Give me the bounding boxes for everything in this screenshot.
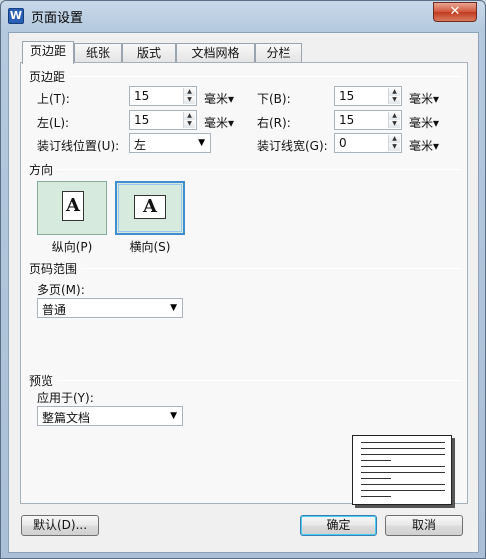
left-unit-select[interactable]: 毫米▾ [204, 114, 234, 131]
tab-paper[interactable]: 纸张 [74, 43, 122, 63]
divider [57, 380, 461, 381]
left-margin-spinner[interactable]: 15 ▲ ▼ [129, 110, 197, 130]
bottom-margin-value: 15 [339, 89, 355, 103]
spin-down-icon[interactable]: ▼ [389, 96, 400, 104]
gutter-position-select[interactable]: 左 ▼ [129, 133, 211, 153]
page-setup-dialog: W 页面设置 ✕ 页边距 纸张 版式 文档网格 分栏 页边距 上(T): 15 … [0, 0, 486, 559]
landscape-option[interactable]: A [115, 181, 185, 235]
top-margin-label: 上(T): [37, 92, 70, 106]
gutter-width-value: 0 [339, 136, 347, 150]
tab-layout[interactable]: 版式 [122, 43, 176, 63]
section-page-range: 页码范围 [29, 262, 78, 276]
gutter-width-label: 装订线宽(G): [257, 139, 328, 153]
spin-up-icon[interactable]: ▲ [389, 88, 400, 96]
wps-writer-icon: W [8, 8, 24, 24]
section-margins: 页边距 [29, 70, 66, 84]
multiple-pages-label: 多页(M): [37, 283, 85, 297]
gutter-position-value: 左 [134, 138, 147, 152]
chevron-down-icon: ▼ [170, 303, 177, 313]
preview-text-line [361, 472, 445, 473]
spin-down-icon[interactable]: ▼ [184, 96, 195, 104]
margins-tab-page: 页边距 上(T): 15 ▲ ▼ 毫米▾ 下(B): 15 ▲ ▼ 毫米▾ 左(L)… [20, 62, 468, 505]
top-margin-value: 15 [134, 89, 150, 103]
close-button[interactable]: ✕ [433, 2, 477, 22]
dialog-title: 页面设置 [31, 11, 84, 26]
left-margin-value: 15 [134, 113, 150, 127]
bottom-margin-label: 下(B): [257, 92, 291, 106]
ok-button[interactable]: 确定 [300, 515, 377, 536]
divider [57, 169, 461, 170]
preview-text-line [361, 460, 391, 461]
preview-text-line [361, 454, 445, 455]
landscape-label: 横向(S) [129, 240, 171, 254]
chevron-down-icon: ▼ [198, 138, 205, 148]
spin-up-icon[interactable]: ▲ [184, 112, 195, 120]
bottom-margin-spinner[interactable]: 15 ▲ ▼ [334, 86, 402, 106]
left-margin-label: 左(L): [37, 116, 70, 130]
cancel-button[interactable]: 取消 [385, 515, 463, 536]
spin-down-icon[interactable]: ▼ [389, 120, 400, 128]
right-unit-select[interactable]: 毫米▾ [409, 114, 439, 131]
preview-text-line [361, 484, 445, 485]
divider [69, 76, 461, 77]
preview-text-line [361, 466, 445, 467]
spin-up-icon[interactable]: ▲ [184, 88, 195, 96]
spin-up-icon[interactable]: ▲ [389, 112, 400, 120]
chevron-down-icon: ▼ [170, 411, 177, 421]
portrait-option[interactable]: A [37, 181, 107, 235]
preview-text-line [361, 490, 445, 491]
divider [81, 268, 461, 269]
page-preview [352, 435, 452, 505]
portrait-page-icon: A [62, 191, 84, 221]
section-orientation: 方向 [29, 163, 54, 177]
gutter-width-spinner[interactable]: 0 ▲ ▼ [334, 133, 402, 153]
preview-text-line [361, 478, 391, 479]
multiple-pages-value: 普通 [42, 303, 67, 317]
portrait-label: 纵向(P) [51, 240, 93, 254]
preview-text-line [361, 448, 445, 449]
preview-text-line [361, 496, 391, 497]
dialog-client: 页边距 纸张 版式 文档网格 分栏 页边距 上(T): 15 ▲ ▼ 毫米▾ 下(… [8, 32, 479, 553]
title-bar: W 页面设置 ✕ [1, 1, 485, 33]
right-margin-value: 15 [339, 113, 355, 127]
default-button[interactable]: 默认(D)... [21, 515, 99, 536]
right-margin-spinner[interactable]: 15 ▲ ▼ [334, 110, 402, 130]
right-margin-label: 右(R): [257, 116, 291, 130]
preview-text-line [361, 442, 445, 443]
landscape-page-icon: A [134, 195, 166, 219]
tab-columns[interactable]: 分栏 [255, 43, 302, 63]
apply-to-value: 整篇文档 [42, 411, 91, 425]
gutter-unit-select[interactable]: 毫米▾ [409, 137, 439, 154]
spin-down-icon[interactable]: ▼ [389, 143, 400, 151]
multiple-pages-select[interactable]: 普通 ▼ [37, 298, 183, 318]
tab-margins[interactable]: 页边距 [22, 41, 74, 64]
apply-to-label: 应用于(Y): [37, 391, 94, 405]
section-preview: 预览 [29, 374, 54, 388]
top-unit-select[interactable]: 毫米▾ [204, 90, 234, 107]
close-icon: ✕ [449, 4, 461, 19]
top-margin-spinner[interactable]: 15 ▲ ▼ [129, 86, 197, 106]
spin-up-icon[interactable]: ▲ [389, 135, 400, 143]
spin-down-icon[interactable]: ▼ [184, 120, 195, 128]
gutter-position-label: 装订线位置(U): [37, 139, 120, 153]
apply-to-select[interactable]: 整篇文档 ▼ [37, 406, 183, 426]
tab-doc-grid[interactable]: 文档网格 [176, 43, 255, 63]
bottom-unit-select[interactable]: 毫米▾ [409, 90, 439, 107]
